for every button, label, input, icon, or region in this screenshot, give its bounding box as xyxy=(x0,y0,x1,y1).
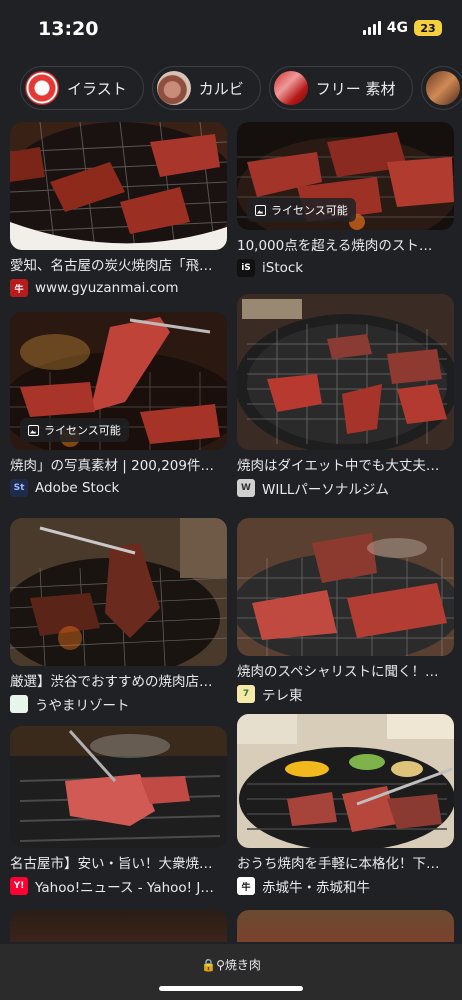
result-thumbnail[interactable]: ライセンス可能 xyxy=(237,122,454,230)
network-type: 4G xyxy=(386,20,408,36)
status-bar: 13:20 4G 23 xyxy=(0,0,462,58)
istock-icon: iS xyxy=(237,259,255,277)
address-text: 焼き肉 xyxy=(224,958,261,972)
result-title[interactable]: 焼肉はダイエット中でも大丈夫… xyxy=(237,457,454,475)
chip-kalbi[interactable]: カルビ xyxy=(151,66,261,110)
result-card[interactable]: 名古屋市】安い・旨い！大衆焼… Y! Yahoo!ニュース - Yahoo! J… xyxy=(10,726,227,896)
image-icon xyxy=(28,424,39,436)
source-name: WILLパーソナルジム xyxy=(262,482,389,498)
battery-icon: 23 xyxy=(414,20,442,36)
result-source[interactable]: 牛 www.gyuzanmai.com xyxy=(10,279,227,297)
chip-more[interactable] xyxy=(420,66,462,110)
grilled-meat-image xyxy=(237,294,454,450)
result-card[interactable] xyxy=(10,910,227,942)
lock-icon: 🔒 xyxy=(201,958,217,972)
result-card[interactable] xyxy=(237,910,454,942)
result-card[interactable]: 焼肉はダイエット中でも大丈夫… W WILLパーソナルジム xyxy=(237,294,454,498)
result-card[interactable]: ライセンス可能 焼肉」の写真素材 | 200,209件… St Adobe St… xyxy=(10,312,227,497)
result-thumbnail[interactable] xyxy=(10,518,227,666)
result-title[interactable]: 名古屋市】安い・旨い！大衆焼… xyxy=(10,855,227,873)
chip-free-material[interactable]: フリー 素材 xyxy=(268,66,413,110)
source-name: Yahoo!ニュース - Yahoo! J… xyxy=(35,880,214,896)
signal-icon xyxy=(362,21,381,35)
image-icon xyxy=(255,204,266,216)
illustration-thumbnail xyxy=(25,71,59,105)
result-card[interactable]: おうち焼肉を手軽に本格化！下… 牛 赤城牛・赤城和牛 xyxy=(237,714,454,896)
grilled-meat-image xyxy=(10,122,227,250)
result-source[interactable]: iS iStock xyxy=(237,259,454,277)
result-thumbnail[interactable] xyxy=(237,910,454,942)
result-title[interactable]: 愛知、名古屋の炭火焼肉店「飛… xyxy=(10,257,227,275)
result-thumbnail[interactable] xyxy=(237,714,454,848)
yahoo-news-icon: Y! xyxy=(10,877,28,895)
result-title[interactable]: 10,000点を超える焼肉のスト… xyxy=(237,237,454,255)
uyama-resort-icon xyxy=(10,695,28,713)
result-card[interactable]: 焼肉のスペシャリストに聞く！… 7 テレ東 xyxy=(237,518,454,704)
akagi-beef-icon: 牛 xyxy=(237,877,255,895)
license-label: ライセンス可能 xyxy=(271,204,348,217)
result-thumbnail[interactable] xyxy=(237,294,454,450)
grilled-meat-image xyxy=(10,518,227,666)
result-thumbnail[interactable] xyxy=(237,518,454,656)
license-label: ライセンス可能 xyxy=(44,424,121,437)
result-title[interactable]: 焼肉のスペシャリストに聞く！… xyxy=(237,663,454,681)
result-source[interactable]: W WILLパーソナルジム xyxy=(237,479,454,498)
license-badge: ライセンス可能 xyxy=(20,418,129,442)
result-source[interactable]: St Adobe Stock xyxy=(10,479,227,497)
chip-label: フリー 素材 xyxy=(315,79,396,98)
source-name: iStock xyxy=(262,260,304,276)
grilled-meat-image xyxy=(237,518,454,656)
chip-label: カルビ xyxy=(198,79,244,98)
more-thumbnail xyxy=(425,71,460,105)
will-gym-icon: W xyxy=(237,479,255,497)
result-title[interactable]: 焼肉」の写真素材 | 200,209件… xyxy=(10,457,227,475)
result-title[interactable]: おうち焼肉を手軽に本格化！下… xyxy=(237,855,454,873)
browser-bottom-bar: 🔒⚲焼き肉 xyxy=(0,944,462,1000)
result-card[interactable]: ライセンス可能 10,000点を超える焼肉のスト… iS iStock xyxy=(237,122,454,277)
result-source[interactable]: 7 テレ東 xyxy=(237,685,454,704)
image-results-grid: 愛知、名古屋の炭火焼肉店「飛… 牛 www.gyuzanmai.com ライセン… xyxy=(10,122,454,942)
source-name: 赤城牛・赤城和牛 xyxy=(262,880,370,896)
result-title[interactable]: 厳選】渋谷でおすすめの焼肉店… xyxy=(10,673,227,691)
address-bar[interactable]: 🔒⚲焼き肉 xyxy=(0,956,462,973)
source-name: テレ東 xyxy=(262,688,303,704)
chip-illustration[interactable]: イラスト xyxy=(20,66,144,110)
result-card[interactable]: 愛知、名古屋の炭火焼肉店「飛… 牛 www.gyuzanmai.com xyxy=(10,122,227,297)
result-source[interactable]: 牛 赤城牛・赤城和牛 xyxy=(237,877,454,896)
search-icon: ⚲ xyxy=(216,958,225,972)
result-thumbnail[interactable] xyxy=(10,726,227,848)
gyuzanmai-icon: 牛 xyxy=(10,279,28,297)
result-source[interactable]: Y! Yahoo!ニュース - Yahoo! J… xyxy=(10,877,227,896)
source-name: www.gyuzanmai.com xyxy=(35,280,179,296)
source-name: Adobe Stock xyxy=(35,480,120,496)
grilled-meat-image xyxy=(10,726,227,848)
tv-tokyo-icon: 7 xyxy=(237,685,255,703)
result-thumbnail[interactable]: ライセンス可能 xyxy=(10,312,227,450)
status-time: 13:20 xyxy=(38,18,99,40)
source-name: うやまリゾート xyxy=(35,698,130,714)
result-thumbnail[interactable] xyxy=(10,910,227,942)
result-thumbnail[interactable] xyxy=(10,122,227,250)
chip-label: イラスト xyxy=(67,79,127,98)
related-search-chips: イラスト カルビ フリー 素材 xyxy=(0,66,462,112)
grilled-meat-image xyxy=(237,714,454,848)
result-source[interactable]: うやまリゾート xyxy=(10,695,227,714)
kalbi-thumbnail xyxy=(156,71,191,105)
result-card[interactable]: 厳選】渋谷でおすすめの焼肉店… うやまリゾート xyxy=(10,518,227,714)
home-indicator[interactable] xyxy=(159,986,303,991)
free-material-thumbnail xyxy=(273,71,308,105)
status-indicators: 4G 23 xyxy=(362,20,442,36)
license-badge: ライセンス可能 xyxy=(247,198,356,222)
adobe-stock-icon: St xyxy=(10,479,28,497)
